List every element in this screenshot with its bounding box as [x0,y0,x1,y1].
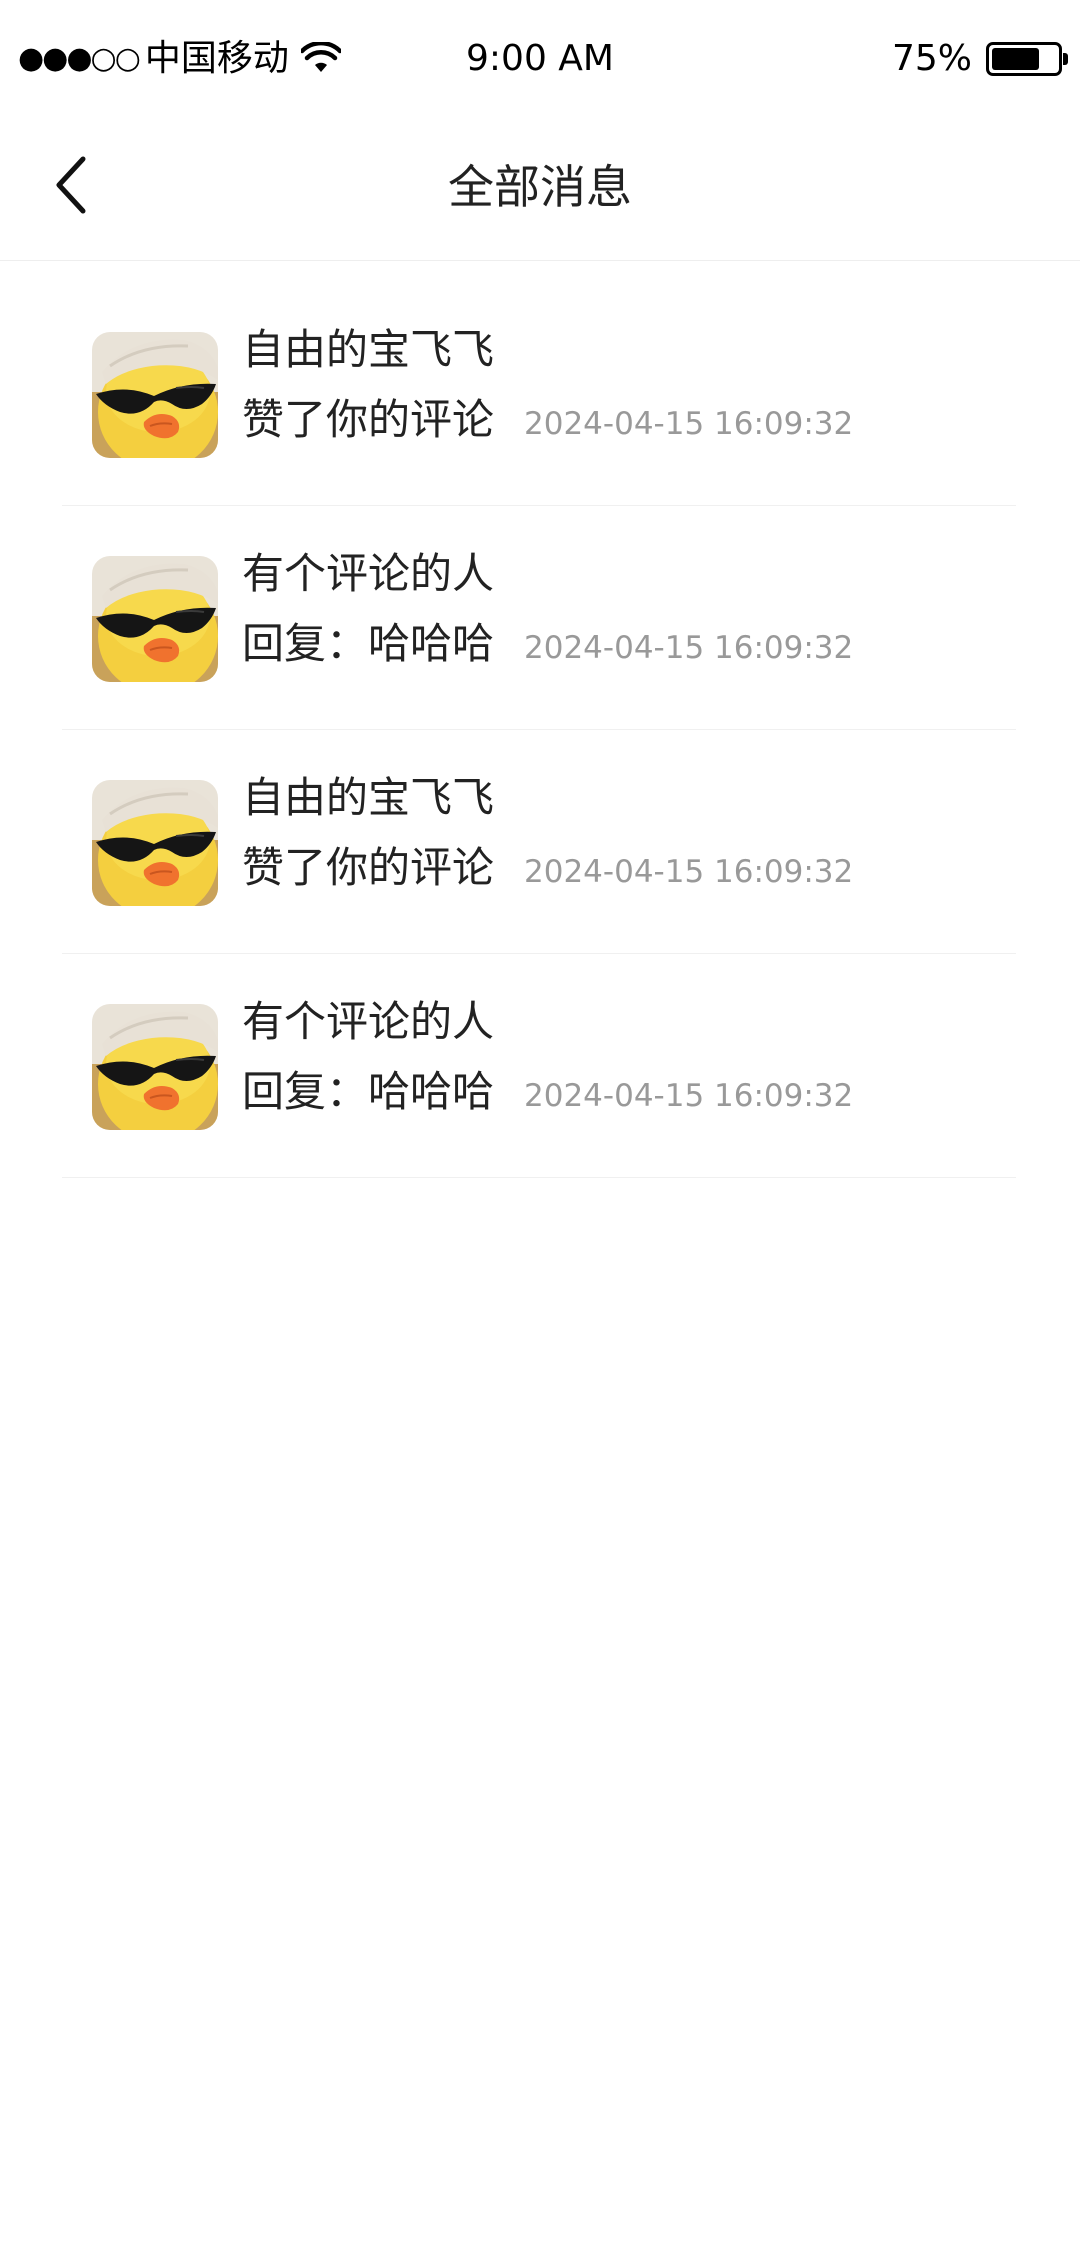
status-bar: ●●●○○ 中国移动 9:00 AM 75% [0,0,1080,115]
avatar[interactable] [92,332,218,458]
avatar[interactable] [92,780,218,906]
duck-sunglasses-avatar [92,1004,218,1130]
message-content-line: 回复：哈哈哈 2024-04-15 16:09:32 [242,1064,853,1120]
message-content-line: 回复：哈哈哈 2024-04-15 16:09:32 [242,616,853,672]
message-timestamp: 2024-04-15 16:09:32 [524,630,854,666]
battery-fill [992,48,1039,70]
message-timestamp: 2024-04-15 16:09:32 [524,1078,854,1114]
chevron-left-icon [56,156,86,214]
battery-icon [986,42,1068,76]
avatar[interactable] [92,556,218,682]
message-action-text: 赞了你的评论 [242,843,495,892]
message-content-line: 赞了你的评论 2024-04-15 16:09:32 [242,392,853,448]
avatar[interactable] [92,1004,218,1130]
battery-percentage: 75% [891,38,972,79]
status-right: 75% [891,36,1068,82]
message-action-text: 赞了你的评论 [242,395,495,444]
message-timestamp: 2024-04-15 16:09:32 [524,854,854,890]
message-item[interactable]: 有个评论的人 回复：哈哈哈 2024-04-15 16:09:32 [62,954,1016,1178]
message-sender-name: 自由的宝飞飞 [242,773,495,822]
back-button[interactable] [30,145,110,225]
message-content-line: 赞了你的评论 2024-04-15 16:09:32 [242,840,853,896]
message-action-text: 回复：哈哈哈 [242,619,495,668]
message-sender-name: 有个评论的人 [242,549,495,598]
message-sender-name: 自由的宝飞飞 [242,325,495,374]
battery-nub [1063,53,1068,65]
nav-bar: 全部消息 [0,115,1080,261]
page-title: 全部消息 [448,160,632,214]
duck-sunglasses-avatar [92,780,218,906]
message-item[interactable]: 自由的宝飞飞 赞了你的评论 2024-04-15 16:09:32 [62,282,1016,506]
duck-sunglasses-avatar [92,556,218,682]
message-timestamp: 2024-04-15 16:09:32 [524,406,854,442]
message-action-text: 回复：哈哈哈 [242,1067,495,1116]
message-item[interactable]: 有个评论的人 回复：哈哈哈 2024-04-15 16:09:32 [62,506,1016,730]
message-item[interactable]: 自由的宝飞飞 赞了你的评论 2024-04-15 16:09:32 [62,730,1016,954]
duck-sunglasses-avatar [92,332,218,458]
message-list: 自由的宝飞飞 赞了你的评论 2024-04-15 16:09:32 有个评论的人… [62,282,1016,1178]
message-sender-name: 有个评论的人 [242,997,495,1046]
